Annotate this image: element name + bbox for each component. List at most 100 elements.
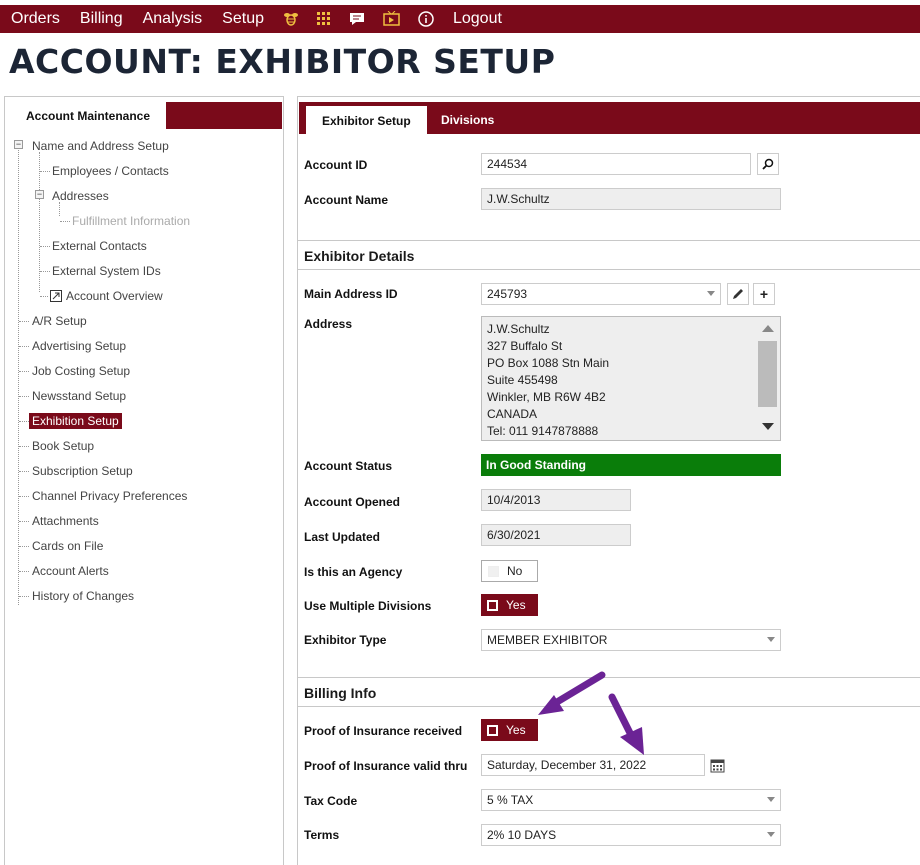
tree-item-ar-setup[interactable]: A/R Setup bbox=[32, 312, 87, 330]
tree-item-label: Cards on File bbox=[32, 539, 104, 553]
tree-item-history-of-changes[interactable]: History of Changes bbox=[32, 587, 134, 605]
chevron-down-icon bbox=[767, 797, 775, 802]
nav-orders[interactable]: Orders bbox=[0, 5, 70, 33]
calendar-icon[interactable] bbox=[710, 758, 725, 776]
tree-connector bbox=[19, 571, 29, 572]
tree-item-channel-privacy[interactable]: Channel Privacy Preferences bbox=[32, 487, 187, 505]
scroll-down-icon[interactable] bbox=[762, 423, 774, 430]
multiple-divisions-toggle[interactable]: Yes bbox=[481, 594, 538, 616]
account-id-label: Account ID bbox=[304, 158, 368, 172]
account-name-field[interactable]: J.W.Schultz bbox=[481, 188, 781, 210]
account-status-badge: In Good Standing bbox=[481, 454, 781, 476]
tree-item-account-alerts[interactable]: Account Alerts bbox=[32, 562, 109, 580]
section-divider bbox=[298, 240, 920, 241]
address-line: Suite 455498 bbox=[487, 373, 558, 387]
billing-info-heading: Billing Info bbox=[304, 685, 377, 701]
tax-code-dropdown[interactable]: 5 % TAX bbox=[481, 789, 781, 811]
account-opened-field[interactable]: 10/4/2013 bbox=[481, 489, 631, 511]
tree-item-label: Attachments bbox=[32, 514, 99, 528]
address-line: J.W.Schultz bbox=[487, 322, 550, 336]
account-id-field[interactable]: 244534 bbox=[481, 153, 751, 175]
tree-item-label: Employees / Contacts bbox=[52, 164, 169, 178]
scroll-up-icon[interactable] bbox=[762, 325, 774, 332]
tree-item-label: Advertising Setup bbox=[32, 339, 127, 353]
nav-analysis[interactable]: Analysis bbox=[133, 5, 213, 33]
tab-divisions[interactable]: Divisions bbox=[441, 106, 494, 134]
address-line: CANADA bbox=[487, 407, 538, 421]
tree-item-cards-on-file[interactable]: Cards on File bbox=[32, 537, 103, 555]
insurance-received-label: Proof of Insurance received bbox=[304, 724, 463, 738]
tree-item-exhibition-setup[interactable]: Exhibition Setup bbox=[29, 412, 122, 430]
tree-item-employees-contacts[interactable]: Employees / Contacts bbox=[52, 162, 169, 180]
scroll-thumb[interactable] bbox=[758, 341, 777, 407]
account-id-value: 244534 bbox=[487, 157, 528, 171]
search-icon[interactable] bbox=[757, 153, 779, 175]
nav-logout[interactable]: Logout bbox=[443, 5, 512, 33]
tree-item-label: Account Overview bbox=[66, 289, 163, 303]
nav-billing[interactable]: Billing bbox=[70, 5, 133, 33]
tree-item-account-overview[interactable]: Account Overview bbox=[50, 287, 163, 305]
account-name-label: Account Name bbox=[304, 193, 389, 207]
tree-connector bbox=[19, 421, 29, 422]
tree-item-external-system-ids[interactable]: External System IDs bbox=[52, 262, 161, 280]
terms-value: 2% 10 DAYS bbox=[487, 828, 557, 842]
tree-connector bbox=[60, 221, 70, 222]
address-line: Winkler, MB R6W 4B2 bbox=[487, 390, 606, 404]
tree-item-addresses[interactable]: Addresses bbox=[52, 187, 109, 205]
tree-item-book-setup[interactable]: Book Setup bbox=[32, 437, 94, 455]
tv-icon[interactable] bbox=[374, 5, 409, 33]
tree-connector bbox=[19, 446, 29, 447]
tree-item-label: Newsstand Setup bbox=[32, 389, 127, 403]
tree-item-external-contacts[interactable]: External Contacts bbox=[52, 237, 147, 255]
tree-item-attachments[interactable]: Attachments bbox=[32, 512, 99, 530]
external-link-icon bbox=[50, 290, 62, 302]
tree-item-label: History of Changes bbox=[32, 589, 135, 603]
tree-item-subscription-setup[interactable]: Subscription Setup bbox=[32, 462, 133, 480]
tree-guide bbox=[18, 145, 19, 605]
nav-setup[interactable]: Setup bbox=[212, 5, 274, 33]
tree-item-name-address-setup[interactable]: Name and Address Setup bbox=[32, 137, 169, 155]
tree-connector bbox=[19, 371, 29, 372]
tree-connector bbox=[19, 346, 29, 347]
tree-connector bbox=[40, 271, 50, 272]
tree-connector bbox=[19, 596, 29, 597]
tree-item-job-costing-setup[interactable]: Job Costing Setup bbox=[32, 362, 130, 380]
chat-icon[interactable] bbox=[340, 5, 374, 33]
terms-label: Terms bbox=[304, 828, 340, 842]
checkbox-icon bbox=[487, 724, 498, 736]
exhibitor-details-heading: Exhibitor Details bbox=[304, 248, 415, 264]
address-line: 327 Buffalo St bbox=[487, 339, 563, 353]
insurance-valid-label: Proof of Insurance valid thru bbox=[304, 759, 468, 773]
main-address-dropdown[interactable]: 245793 bbox=[481, 283, 721, 305]
address-textarea[interactable]: J.W.Schultz 327 Buffalo St PO Box 1088 S… bbox=[481, 316, 781, 441]
tax-code-value: 5 % TAX bbox=[487, 793, 534, 807]
agency-value: No bbox=[507, 564, 523, 578]
tab-account-maintenance[interactable]: Account Maintenance bbox=[10, 101, 167, 130]
address-scrollbar[interactable] bbox=[756, 317, 780, 440]
account-name-value: J.W.Schultz bbox=[487, 192, 550, 206]
tab-exhibitor-setup[interactable]: Exhibitor Setup bbox=[306, 106, 427, 135]
tree-item-label: Fulfillment Information bbox=[72, 214, 191, 228]
agency-toggle[interactable]: No bbox=[481, 560, 538, 582]
exhibitor-type-value: MEMBER EXHIBITOR bbox=[487, 633, 608, 647]
add-icon[interactable]: + bbox=[753, 283, 775, 305]
collapse-icon[interactable]: − bbox=[14, 140, 23, 149]
collapse-icon[interactable]: − bbox=[35, 190, 44, 199]
last-updated-label: Last Updated bbox=[304, 530, 381, 544]
exhibitor-type-dropdown[interactable]: MEMBER EXHIBITOR bbox=[481, 629, 781, 651]
edit-pencil-icon[interactable] bbox=[727, 283, 749, 305]
tree-item-fulfillment-information[interactable]: Fulfillment Information bbox=[72, 212, 190, 230]
bee-icon[interactable] bbox=[274, 5, 308, 33]
tree-connector bbox=[40, 246, 50, 247]
annotation-arrows bbox=[538, 671, 644, 755]
grid-icon[interactable] bbox=[308, 5, 340, 33]
tree-item-label: Account Alerts bbox=[32, 564, 109, 578]
terms-dropdown[interactable]: 2% 10 DAYS bbox=[481, 824, 781, 846]
tree-item-newsstand-setup[interactable]: Newsstand Setup bbox=[32, 387, 126, 405]
tree-connector bbox=[19, 321, 29, 322]
info-icon[interactable] bbox=[409, 5, 443, 33]
multiple-divisions-value: Yes bbox=[506, 598, 526, 612]
tree-item-label: External Contacts bbox=[52, 239, 147, 253]
tree-item-advertising-setup[interactable]: Advertising Setup bbox=[32, 337, 126, 355]
last-updated-field[interactable]: 6/30/2021 bbox=[481, 524, 631, 546]
